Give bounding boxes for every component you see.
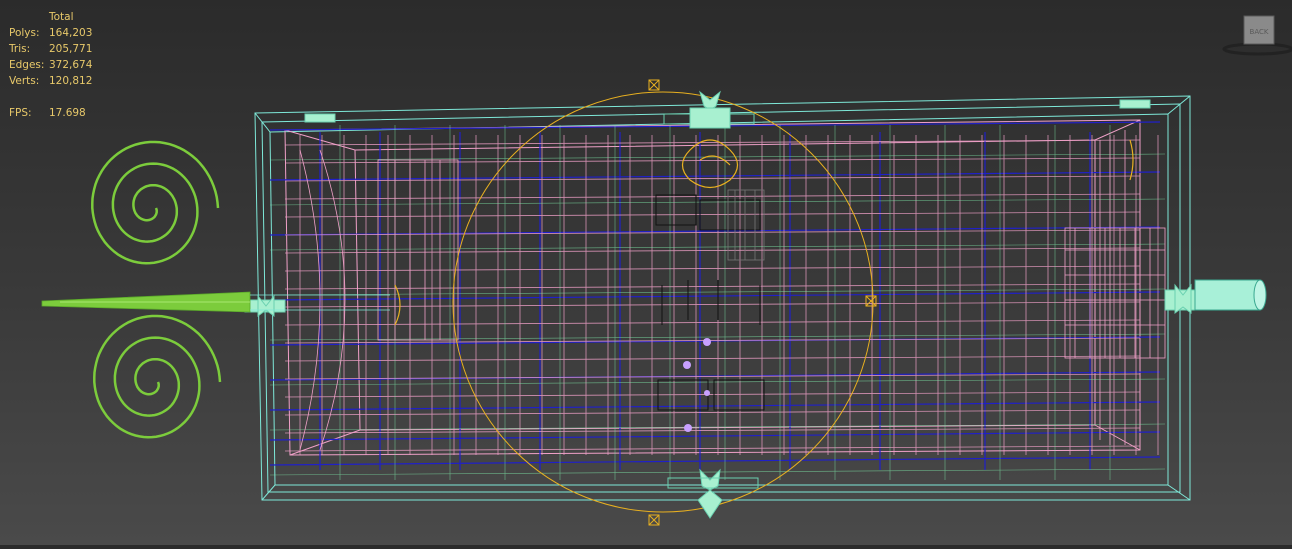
green-spiral-bottom [93,314,222,439]
stats-row-tris: Tris: 205,771 [9,41,119,57]
viewcube-face-label: BACK [1250,28,1269,36]
fps-value: 17.698 [49,107,86,119]
stats-row-fps: FPS: 17.698 [9,105,119,121]
camera-cylinder [1194,279,1267,311]
stats-value: 205,771 [49,43,93,55]
green-rod [41,291,390,313]
stats-value: 164,203 [49,27,93,39]
blue-grid [269,121,1161,470]
stats-row-verts: Verts: 120,812 [9,73,119,89]
fps-label: FPS: [9,107,32,119]
furniture-mesh [655,194,765,411]
stats-label: Verts: [9,75,40,87]
perspective-viewport[interactable] [0,0,1292,545]
stats-value: 372,674 [49,59,93,71]
pink-grid [284,135,1159,455]
light-gizmo-markers [648,79,877,526]
purple-points [683,338,711,432]
viewcube[interactable]: BACK [1222,12,1292,57]
viewport-statistics: Total Polys: 164,203 Tris: 205,771 Edges… [9,9,119,121]
green-spiral-top [91,140,220,265]
stats-label: Tris: [9,43,31,55]
right-wall-mesh [1064,130,1166,445]
stats-header: Total [49,11,74,23]
stats-label: Polys: [9,27,40,39]
stats-row-edges: Edges: 372,674 [9,57,119,73]
stats-value: 120,812 [49,75,93,87]
stats-label: Edges: [9,59,45,71]
inner-room-wireframe [284,119,1141,456]
viewcube-compass-ring[interactable] [1222,42,1292,56]
wireframe-scene [41,79,1267,526]
stats-row-polys: Polys: 164,203 [9,25,119,41]
